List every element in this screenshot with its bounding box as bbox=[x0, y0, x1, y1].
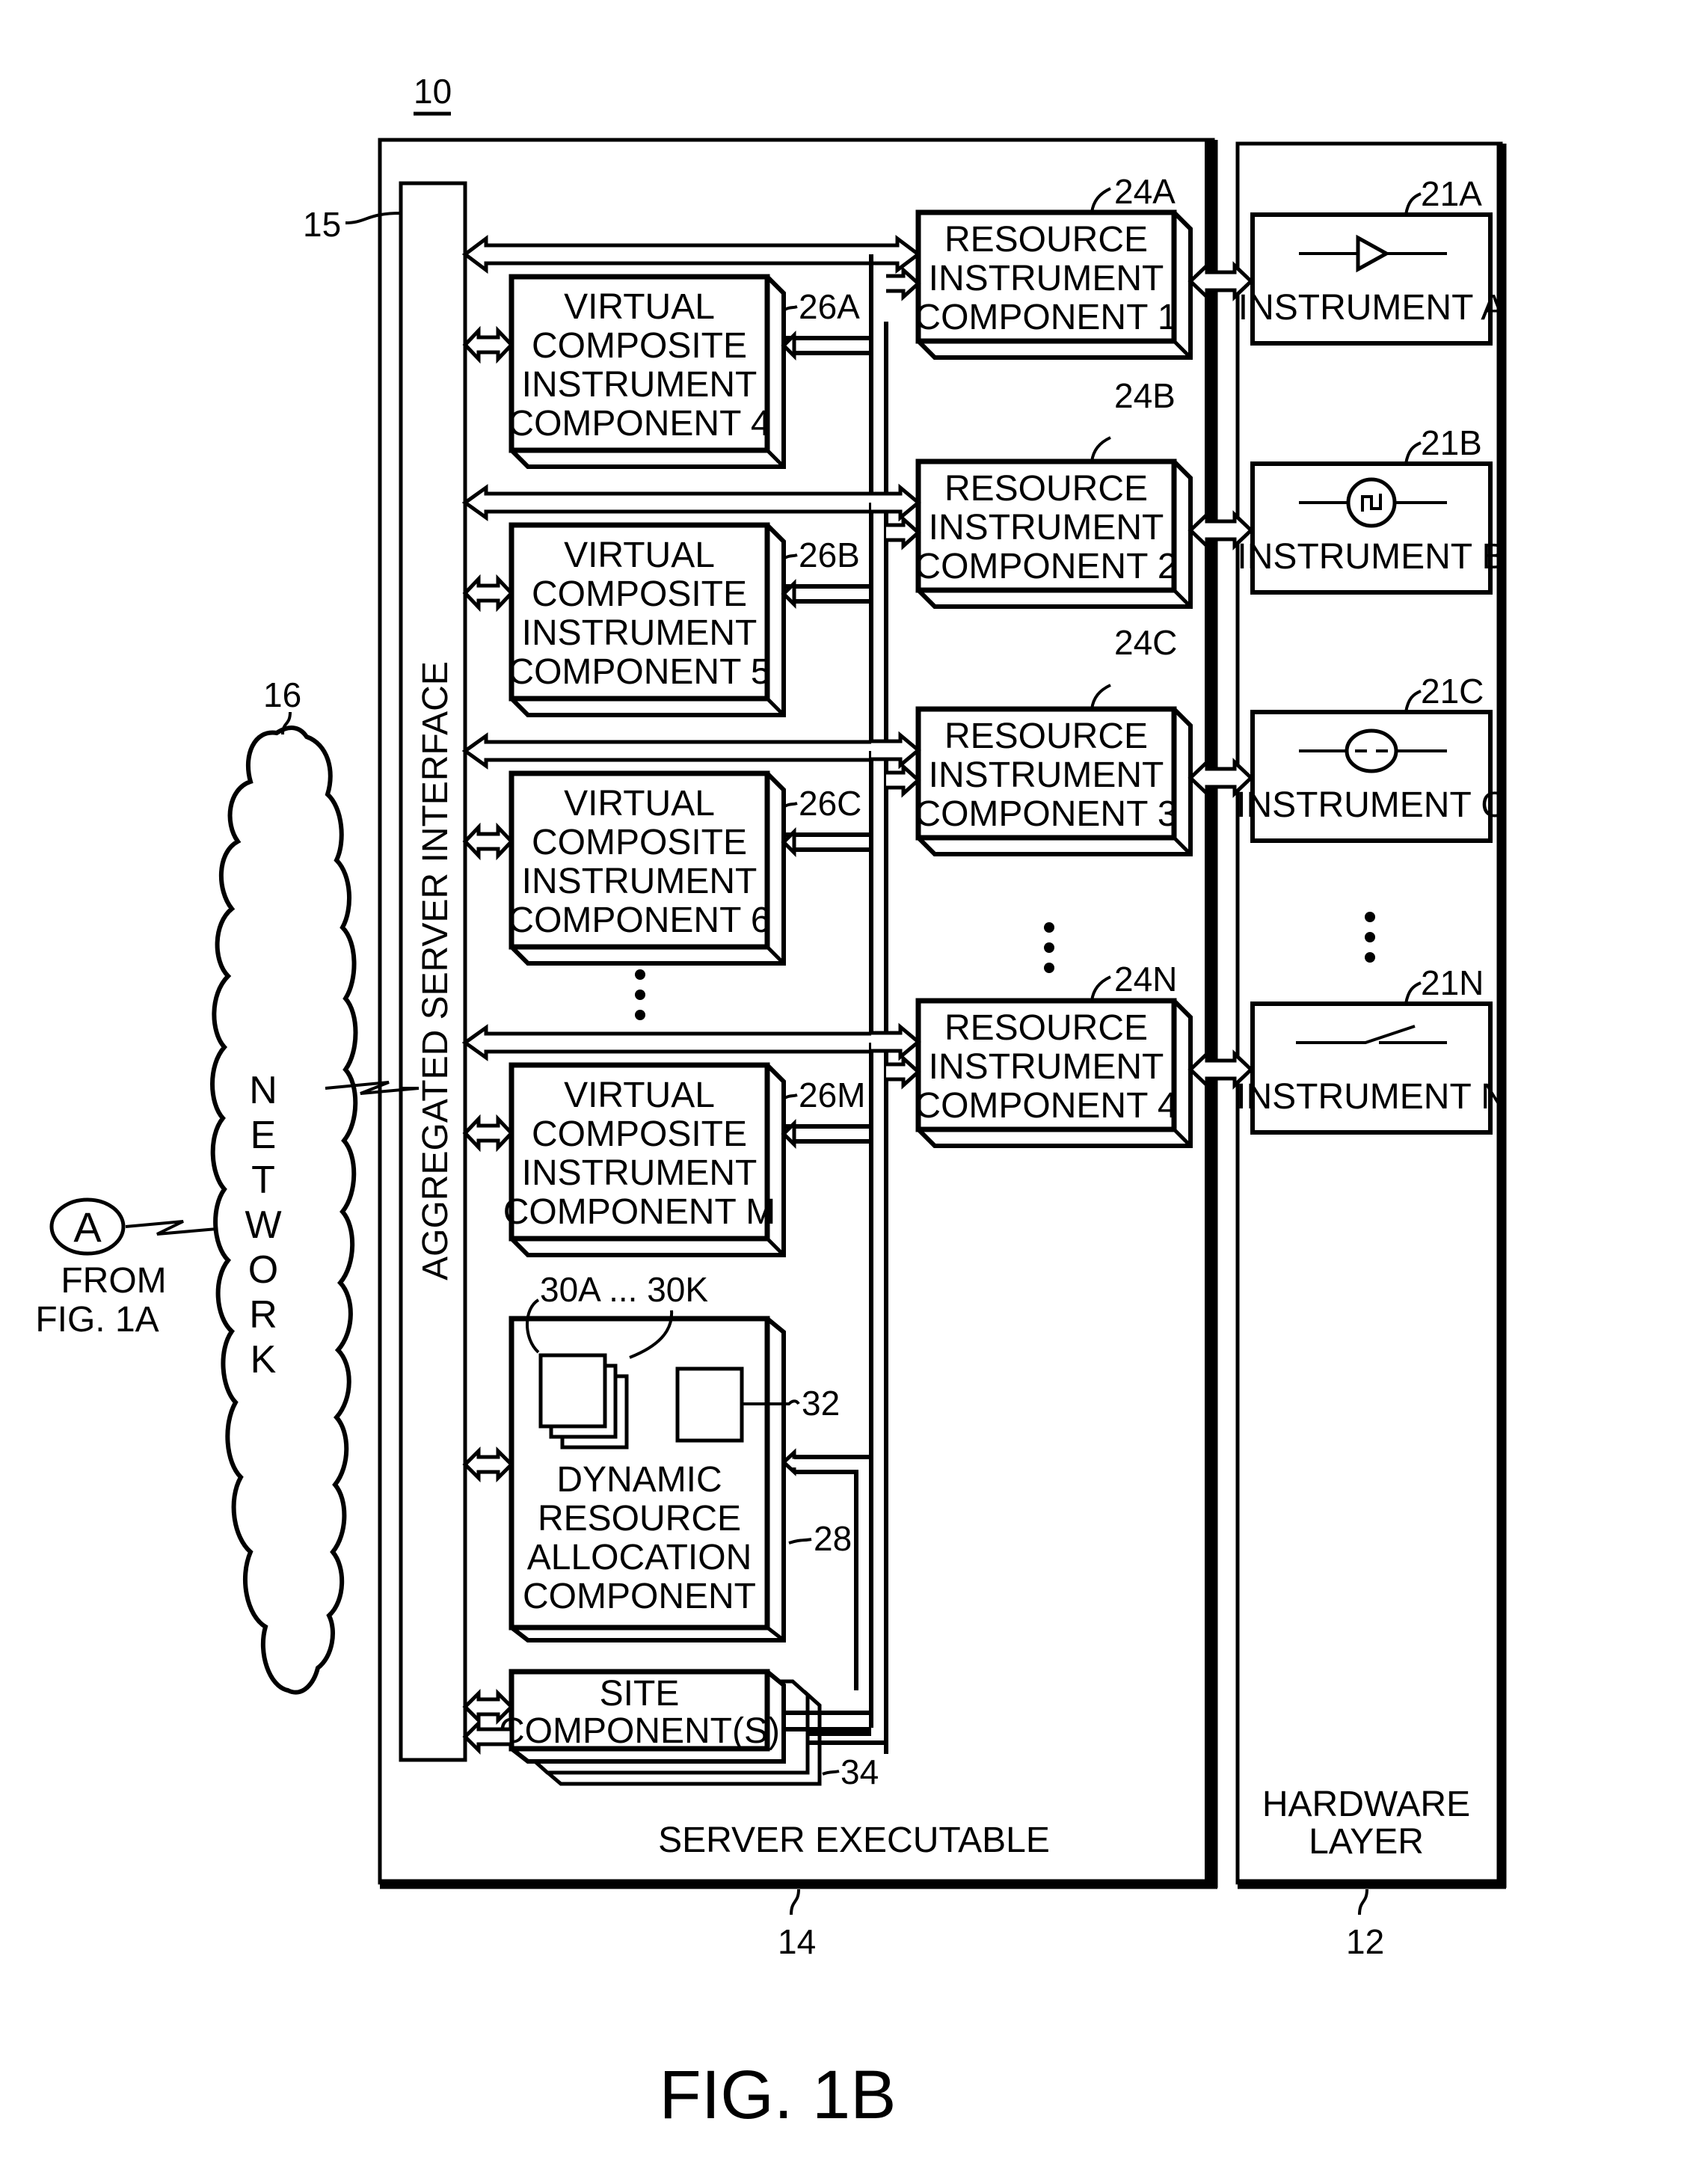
interface-ref-label: 15 bbox=[303, 205, 341, 244]
ric-label-line: INSTRUMENT bbox=[929, 755, 1164, 795]
network-letter-7: K bbox=[251, 1338, 277, 1381]
vcic-label-line: COMPONENT 6 bbox=[508, 901, 770, 940]
resource-table-icon bbox=[675, 1366, 744, 1443]
ric-ref-label: 24B bbox=[1114, 376, 1176, 415]
vcic-ref-label: 26C bbox=[799, 784, 861, 823]
vcic-label-line: VIRTUAL bbox=[564, 287, 715, 327]
off-page-connector-letter: A bbox=[73, 1203, 102, 1251]
hardware-layer-label-line2: LAYER bbox=[1309, 1822, 1424, 1862]
ric-ref-label: 24N bbox=[1114, 960, 1177, 999]
instrument-label: INSTRUMENT C bbox=[1236, 785, 1507, 825]
hardware-ref-label: 12 bbox=[1346, 1922, 1384, 1961]
vcic-label-line: COMPONENT 4 bbox=[508, 404, 770, 444]
interface-bus-arrow bbox=[461, 484, 871, 521]
network-letter-3: T bbox=[251, 1159, 275, 1202]
ric-ref-label: 24C bbox=[1114, 623, 1177, 662]
dra-line1: DYNAMIC bbox=[556, 1460, 722, 1500]
site-line2: COMPONENT(S) bbox=[499, 1711, 780, 1751]
aggregated-server-interface-label: AGGREGATED SERVER INTERFACE bbox=[416, 661, 455, 1280]
dra-line4: COMPONENT bbox=[523, 1577, 756, 1616]
network-letter-4: W bbox=[245, 1203, 281, 1247]
vcic-label-line: COMPOSITE bbox=[532, 1114, 747, 1154]
ric-label-line: RESOURCE bbox=[944, 469, 1148, 509]
network-ref-label: 16 bbox=[263, 675, 301, 714]
inner-ref-label: 32 bbox=[802, 1384, 840, 1423]
instrument-label: INSTRUMENT A bbox=[1238, 288, 1505, 328]
instrument-ellipsis-icon bbox=[1365, 912, 1375, 963]
network-letter-6: R bbox=[249, 1293, 277, 1337]
vcic-label-line: COMPONENT 5 bbox=[508, 652, 770, 692]
from-label-line1: FROM bbox=[61, 1261, 166, 1301]
hardware-layer-label-line1: HARDWARE bbox=[1262, 1785, 1470, 1824]
vcic-label-line: INSTRUMENT bbox=[522, 1153, 758, 1193]
connector-network-link bbox=[125, 1220, 218, 1236]
site-ref-label: 34 bbox=[841, 1752, 879, 1791]
dra-line3: ALLOCATION bbox=[527, 1538, 752, 1577]
server-ref-leader bbox=[790, 1889, 800, 1915]
vcic-label-line: COMPOSITE bbox=[532, 823, 747, 862]
from-label-line2: FIG. 1A bbox=[35, 1300, 159, 1340]
server-ref-label: 14 bbox=[778, 1922, 816, 1961]
instrument-ref-label: 21A bbox=[1421, 174, 1482, 213]
vcic-label-line: INSTRUMENT bbox=[522, 365, 758, 405]
ric-label-line: RESOURCE bbox=[944, 220, 1148, 260]
network-letter-2: E bbox=[251, 1114, 277, 1157]
instrument-ref-label: 21C bbox=[1421, 672, 1484, 711]
vcic-ref-label: 26B bbox=[799, 536, 860, 574]
vcic-label-line: COMPONENT M bbox=[503, 1192, 775, 1232]
server-executable-label: SERVER EXECUTABLE bbox=[658, 1820, 1050, 1860]
vcic-label-line: INSTRUMENT bbox=[522, 613, 758, 653]
vcic-label-line: VIRTUAL bbox=[564, 1076, 715, 1115]
interface-bus-arrow bbox=[461, 732, 871, 770]
ric-label-line: RESOURCE bbox=[944, 717, 1148, 756]
vcic-ref-label: 26M bbox=[799, 1076, 865, 1114]
vcic-label-line: COMPOSITE bbox=[532, 574, 747, 614]
hardware-ref-leader bbox=[1358, 1889, 1368, 1915]
ric-label-line: COMPONENT 3 bbox=[915, 794, 1177, 834]
vcic-label-line: COMPOSITE bbox=[532, 326, 747, 366]
vcic-ref-label: 26A bbox=[799, 287, 860, 326]
architecture-diagram: 10 SERVER EXECUTABLE 14 HARDWARE LAYER 1… bbox=[35, 72, 1507, 2133]
vcic-label-line: VIRTUAL bbox=[564, 784, 715, 823]
ric-ref-label: 24A bbox=[1114, 172, 1176, 211]
ric-label-line: INSTRUMENT bbox=[929, 508, 1164, 547]
template-documents-icon bbox=[538, 1353, 629, 1450]
instrument-ref-label: 21N bbox=[1421, 963, 1484, 1002]
ric-label-line: INSTRUMENT bbox=[929, 1047, 1164, 1087]
vcic-label-line: VIRTUAL bbox=[564, 536, 715, 575]
vcic-label-line: INSTRUMENT bbox=[522, 862, 758, 901]
site-line1: SITE bbox=[600, 1674, 680, 1714]
instrument-ref-label: 21B bbox=[1421, 423, 1482, 462]
instrument-label: INSTRUMENT N bbox=[1236, 1077, 1507, 1117]
network-letter-5: O bbox=[248, 1248, 278, 1292]
ric-ellipsis-icon bbox=[1044, 922, 1054, 973]
network-cloud bbox=[210, 726, 358, 1695]
ric-label-line: RESOURCE bbox=[944, 1008, 1148, 1048]
dra-ref-label: 28 bbox=[814, 1519, 852, 1558]
ric-label-line: COMPONENT 2 bbox=[915, 547, 1177, 586]
ric-label-line: INSTRUMENT bbox=[929, 259, 1164, 298]
ric-label-line: COMPONENT 1 bbox=[915, 298, 1177, 337]
figure-caption: FIG. 1B bbox=[660, 2057, 897, 2133]
vcic-ellipsis-icon bbox=[635, 969, 645, 1020]
network-letter-1: N bbox=[249, 1069, 277, 1112]
instrument-label: INSTRUMENT B bbox=[1237, 537, 1505, 577]
system-ref-label: 10 bbox=[414, 72, 452, 111]
interface-bus-arrow bbox=[461, 1024, 871, 1061]
ric-label-line: COMPONENT 4 bbox=[915, 1086, 1177, 1126]
dra-line2: RESOURCE bbox=[538, 1499, 741, 1539]
docs-ref-label: 30A ... 30K bbox=[540, 1270, 708, 1309]
